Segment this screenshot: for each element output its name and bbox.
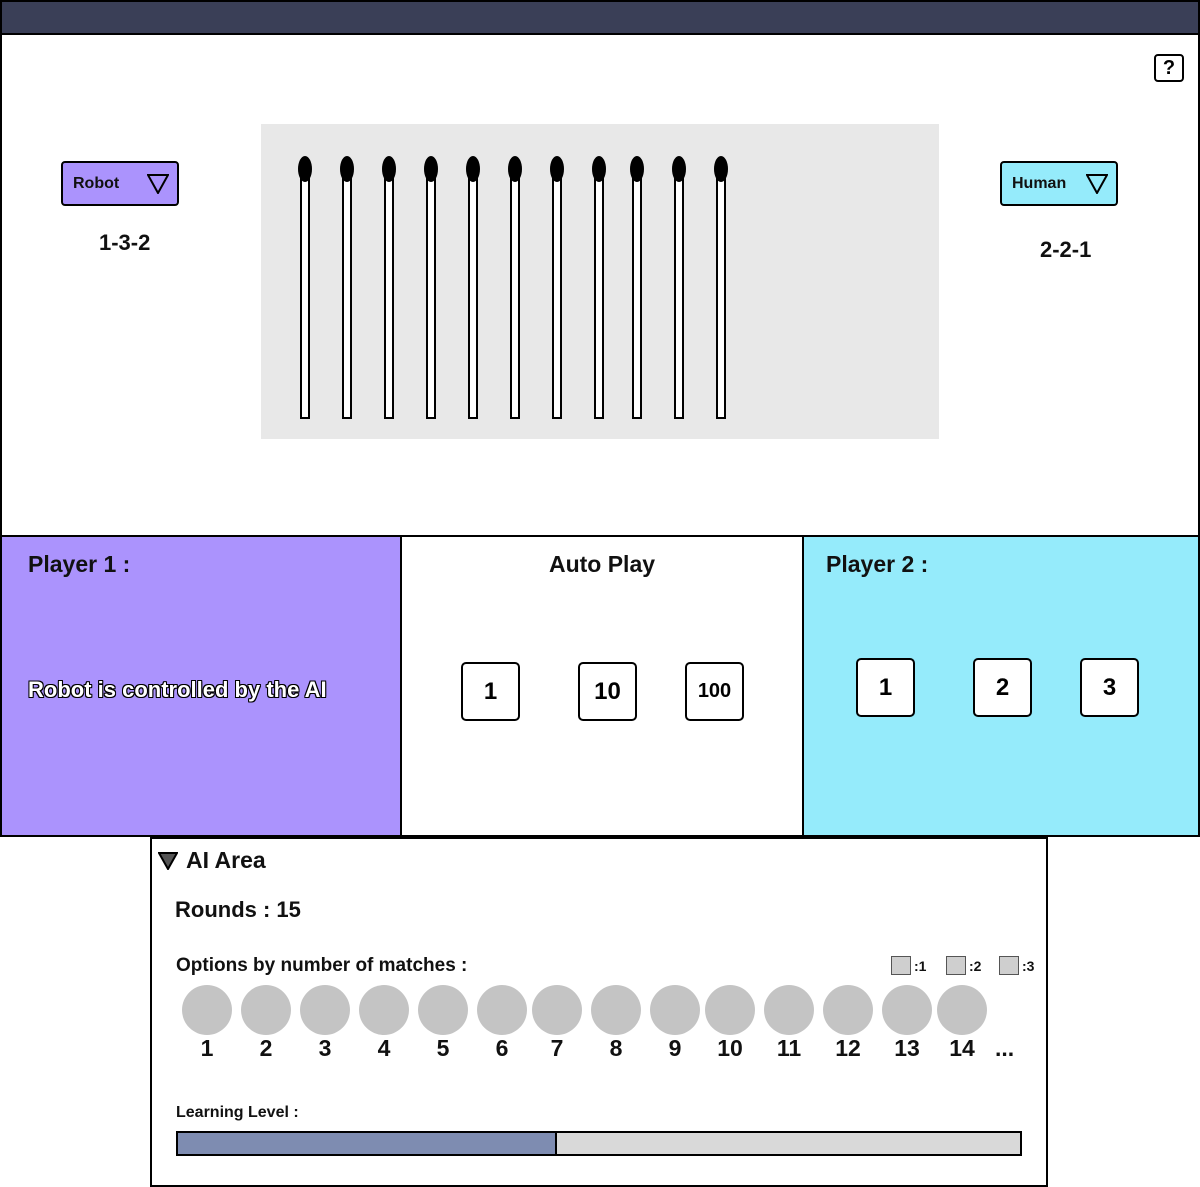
match-stick: [340, 156, 354, 419]
option-circle: [650, 985, 700, 1035]
ai-control-message: Robot is controlled by the AI: [28, 677, 327, 702]
option-number: 10: [717, 1035, 743, 1061]
take-1-button[interactable]: 1: [856, 658, 915, 717]
player-right-type-dropdown[interactable]: Human: [1000, 161, 1118, 206]
match-stick: [508, 156, 522, 419]
option-circle: [882, 985, 932, 1035]
option-number: 7: [550, 1035, 564, 1061]
option-circle: [532, 985, 582, 1035]
option-circle: [241, 985, 291, 1035]
player2-panel: Player 2 : 1 2 3: [802, 535, 1200, 837]
matches: [298, 156, 728, 419]
option-number: 14: [949, 1035, 975, 1061]
autoplay-title: Auto Play: [548, 551, 656, 577]
option-number: 4: [377, 1035, 391, 1061]
match-stick: [466, 156, 480, 419]
take-2-button[interactable]: 2: [973, 658, 1032, 717]
option-number: 6: [495, 1035, 509, 1061]
match-stick: [714, 156, 728, 419]
player1-title: Player 1 :: [28, 551, 131, 577]
option-circle: [705, 985, 755, 1035]
chevron-down-icon: [1086, 174, 1108, 194]
option-circle: [418, 985, 468, 1035]
autoplay-panel: Auto Play 1 10 100: [402, 535, 802, 837]
match-stick: [382, 156, 396, 419]
learning-level-label: Learning Level :: [176, 1104, 299, 1121]
option-circle: [591, 985, 641, 1035]
autoplay-1-button[interactable]: 1: [461, 662, 520, 721]
help-button[interactable]: ?: [1154, 54, 1184, 82]
chevron-down-icon: [147, 174, 169, 194]
match-stick: [630, 156, 644, 419]
match-board: [261, 124, 939, 439]
match-stick: [592, 156, 606, 419]
option-circle: [937, 985, 987, 1035]
match-stick: [550, 156, 564, 419]
option-circle: [300, 985, 350, 1035]
learning-level-fill: [178, 1133, 557, 1154]
option-number: 3: [318, 1035, 332, 1061]
match-stick: [424, 156, 438, 419]
option-number: 2: [259, 1035, 273, 1061]
option-circle: [764, 985, 814, 1035]
player1-panel: Player 1 : Robot is controlled by the AI: [0, 535, 402, 837]
option-circle: [359, 985, 409, 1035]
option-number: 13: [894, 1035, 920, 1061]
title-bar: [0, 0, 1200, 35]
player-right-sequence: 2-2-1: [1040, 237, 1092, 262]
option-number: 9: [668, 1035, 682, 1061]
player2-title: Player 2 :: [826, 551, 929, 577]
option-circle: [823, 985, 873, 1035]
player-left-type-label: Robot: [73, 174, 120, 192]
option-circle: [477, 985, 527, 1035]
option-number: 5: [436, 1035, 450, 1061]
autoplay-100-button[interactable]: 100: [685, 662, 744, 721]
player-left-sequence: 1-3-2: [99, 230, 151, 255]
player-left-type-dropdown[interactable]: Robot: [61, 161, 179, 206]
autoplay-10-button[interactable]: 10: [578, 662, 637, 721]
option-circle: [182, 985, 232, 1035]
ai-area: AI Area Rounds : 15 Options by number of…: [150, 837, 1048, 1187]
match-stick: [672, 156, 686, 419]
match-stick: [298, 156, 312, 419]
option-number: 12: [835, 1035, 861, 1061]
player-right-type-label: Human: [1012, 174, 1067, 192]
take-3-button[interactable]: 3: [1080, 658, 1139, 717]
more-ellipsis: ...: [995, 1035, 1015, 1061]
option-number: 11: [776, 1035, 802, 1061]
learning-level-bar: [176, 1131, 1022, 1156]
option-number: 1: [200, 1035, 214, 1061]
option-number: 8: [609, 1035, 623, 1061]
